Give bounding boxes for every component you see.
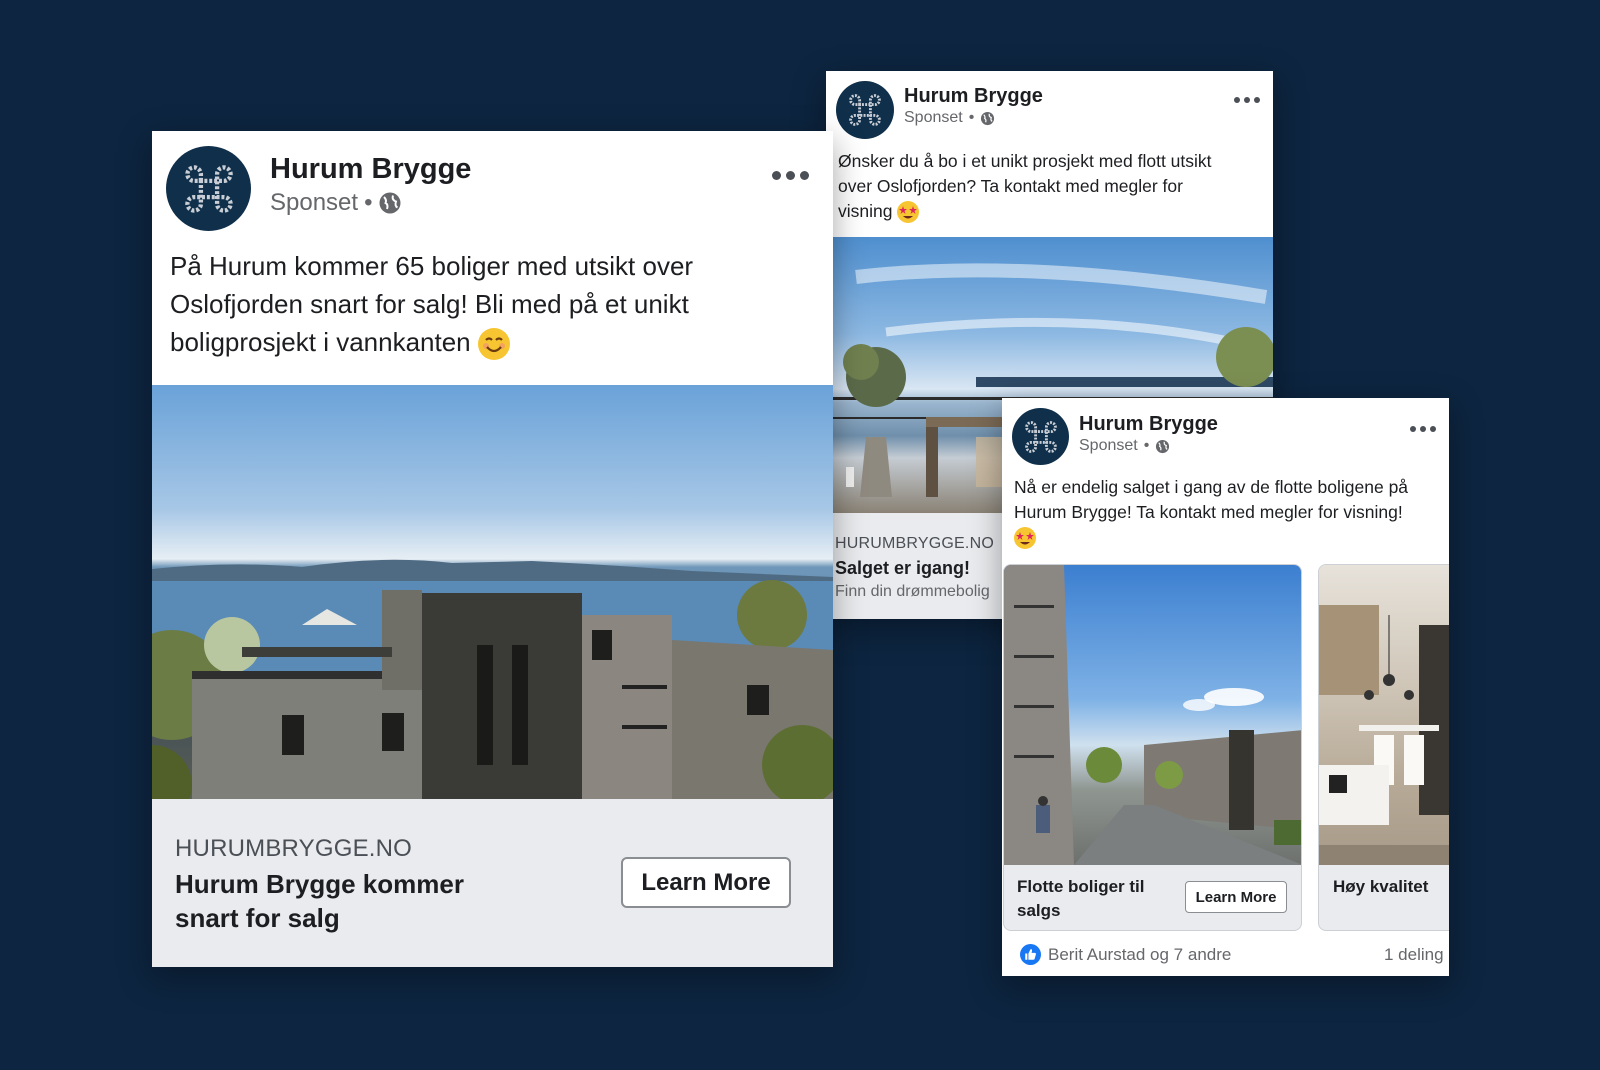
page-avatar[interactable]	[836, 81, 894, 139]
globe-icon	[1156, 439, 1170, 453]
knot-logo-icon	[184, 164, 233, 213]
page-name[interactable]: Hurum Brygge	[270, 153, 471, 186]
reactions-row[interactable]: Berit Aurstad og 7 andre	[1020, 944, 1231, 965]
link-domain: HURUMBRYGGE.NO	[175, 835, 413, 862]
sponsored-label: Sponset •	[270, 189, 402, 217]
more-options-icon[interactable]	[1410, 426, 1436, 432]
knot-logo-icon	[1024, 420, 1057, 453]
post-text: Ønsker du å bo i et unikt prosjekt med f…	[838, 149, 1238, 224]
link-headline: Salget er igang!	[835, 558, 971, 578]
separator-dot: •	[364, 189, 373, 216]
page-name[interactable]: Hurum Brygge	[904, 85, 1043, 108]
link-headline: Hurum Brygge kommer snart for salg	[175, 869, 464, 933]
interior-illustration	[1319, 605, 1449, 865]
smiling-face-icon	[477, 328, 510, 361]
cta-bar[interactable]: HURUMBRYGGE.NO Hurum Brygge kommer snart…	[152, 799, 833, 967]
carousel-card-title: Flotte boliger til salgs	[1017, 877, 1145, 920]
carousel-card-title: Høy kvalitet	[1333, 877, 1429, 896]
separator-dot: •	[1143, 437, 1150, 454]
learn-more-button[interactable]: Learn More	[621, 857, 791, 908]
link-description: Finn din drømmebolig	[835, 583, 990, 600]
page-name[interactable]: Hurum Brygge	[1079, 413, 1218, 436]
page-avatar[interactable]	[166, 146, 251, 231]
sponsored-label: Sponset •	[1079, 437, 1170, 455]
more-options-icon[interactable]	[1234, 97, 1260, 103]
star-struck-icon	[897, 201, 920, 224]
ad-card-carousel: Hurum Brygge Sponset • Nå er endelig salg…	[1002, 398, 1449, 976]
page-avatar[interactable]	[1012, 408, 1069, 465]
interior-photo	[1319, 565, 1449, 865]
shares-count[interactable]: 1 deling	[1384, 945, 1444, 965]
building-illustration	[152, 559, 833, 799]
star-struck-icon	[1014, 527, 1036, 550]
ad-card-main: Hurum Brygge Sponset • På Hurum kommer 65…	[152, 131, 833, 967]
knot-logo-icon	[849, 94, 881, 126]
like-icon	[1020, 944, 1041, 965]
sponsored-label: Sponset •	[904, 109, 995, 127]
sponsored-text: Sponset	[904, 109, 963, 126]
street-photo	[1004, 565, 1301, 865]
globe-icon	[379, 192, 401, 214]
sponsored-text: Sponset	[270, 189, 359, 216]
link-domain: HURUMBRYGGE.NO	[835, 535, 994, 552]
more-options-icon[interactable]	[772, 171, 809, 180]
separator-dot: •	[968, 109, 975, 126]
post-text: På Hurum kommer 65 boliger med utsikt ov…	[170, 247, 770, 361]
carousel-card[interactable]: Høy kvalitet	[1318, 564, 1449, 931]
post-text: Nå er endelig salget i gang av de flotte…	[1014, 475, 1414, 550]
reactions-text: Berit Aurstad og 7 andre	[1048, 944, 1232, 964]
street-illustration	[1004, 565, 1301, 865]
carousel-card[interactable]: Flotte boliger til salgs Learn More	[1003, 564, 1302, 931]
globe-icon	[981, 111, 995, 125]
sponsored-text: Sponset	[1079, 437, 1138, 454]
learn-more-button[interactable]: Learn More	[1185, 881, 1287, 913]
building-photo[interactable]	[152, 385, 833, 799]
